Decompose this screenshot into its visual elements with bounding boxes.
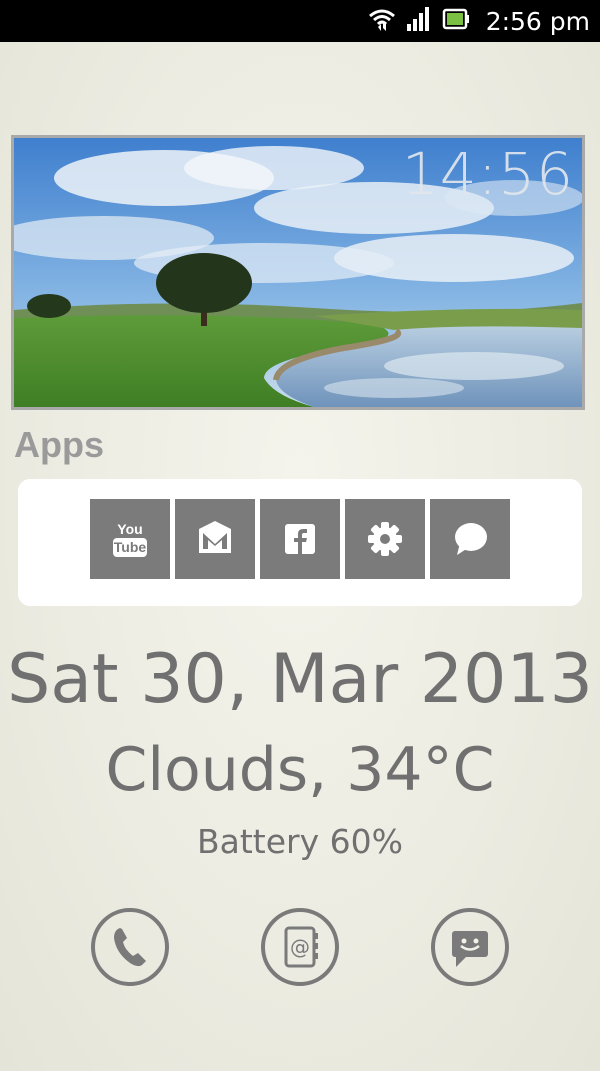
signal-icon	[406, 7, 432, 35]
messaging-app-button[interactable]	[430, 499, 510, 579]
phone-button[interactable]	[91, 908, 169, 986]
apps-heading: Apps	[14, 424, 104, 465]
sms-button[interactable]	[431, 908, 509, 986]
status-icons: 2:56 pm	[368, 0, 590, 42]
apps-row: You Tube	[90, 499, 510, 579]
status-time: 2:56 pm	[485, 6, 590, 36]
battery-status: Battery 60%	[197, 822, 403, 861]
gmail-app-button[interactable]	[175, 499, 255, 579]
svg-text:@: @	[290, 935, 310, 959]
status-bar: 2:56 pm	[0, 0, 600, 42]
apps-panel: You Tube	[18, 479, 582, 606]
weather-display: Clouds, 34°C	[105, 735, 495, 805]
svg-text:Tube: Tube	[114, 539, 147, 555]
phone-icon	[114, 928, 146, 967]
date-display: Sat 30, Mar 2013	[7, 640, 593, 719]
contacts-icon: @	[284, 926, 318, 968]
settings-app-button[interactable]	[345, 499, 425, 579]
youtube-app-button[interactable]: You Tube	[90, 499, 170, 579]
svg-text:You: You	[117, 521, 142, 537]
sms-icon	[452, 931, 488, 967]
photo-widget[interactable]: 14:56	[11, 135, 585, 410]
gmail-icon	[199, 521, 231, 553]
wifi-icon	[368, 7, 396, 35]
facebook-icon	[285, 524, 315, 554]
settings-icon	[368, 522, 402, 556]
contacts-button[interactable]: @	[261, 908, 339, 986]
battery-icon	[442, 8, 470, 34]
youtube-icon: You Tube	[113, 521, 147, 557]
clock-display: 14:56	[401, 140, 574, 208]
facebook-app-button[interactable]	[260, 499, 340, 579]
chat-bubble-icon	[455, 523, 487, 555]
